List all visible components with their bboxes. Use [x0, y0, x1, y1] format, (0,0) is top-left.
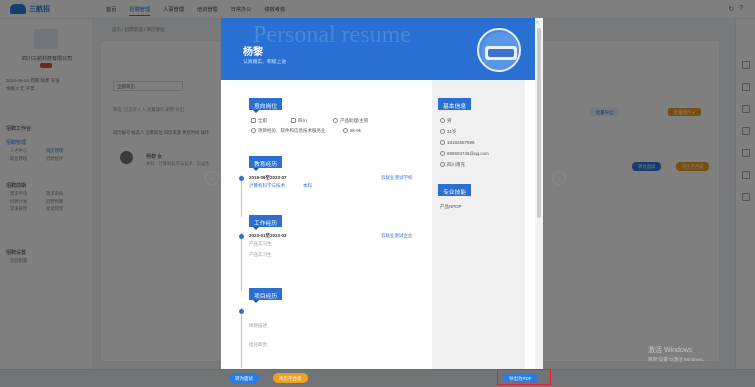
intent-city: 四川 — [291, 118, 307, 124]
resume-header: Personal resume 杨黎 认真踏实、积极上进 — [221, 18, 535, 80]
resume-bg-title: Personal resume — [253, 22, 411, 48]
education-major: 计算机科学与技术 — [249, 183, 285, 188]
project-section-title: 项目经历 — [249, 288, 283, 303]
resume-body: 意向岗位 全职 四川 产品助理/主管 项目经验、软件和信息技术服务业 8k-9k… — [231, 80, 525, 369]
intent-salary: 8k-9k — [343, 128, 361, 134]
education-period: 2019-09至2023-07 — [249, 175, 287, 180]
email-icon — [440, 151, 445, 157]
close-icon[interactable]: ✕ — [533, 20, 541, 28]
work-role: 产品实习生 — [249, 241, 272, 246]
intent-type: 全职 — [251, 118, 267, 124]
windows-activation-watermark: 激活 Windows 转到"设置"以激活 Windows。 — [648, 346, 707, 364]
phone-icon — [440, 140, 445, 146]
unfit-button[interactable]: 简历不合适 — [273, 373, 308, 383]
project-duty-label: 担任职责: — [249, 342, 269, 347]
prev-resume-arrow-icon[interactable]: ‹ — [205, 171, 219, 185]
work-section-title: 工作经历 — [249, 215, 283, 230]
resume-modal: Personal resume 杨黎 认真踏实、积极上进 意向岗位 全职 四川 … — [221, 18, 543, 369]
skill-item: 产品NPDP — [440, 204, 462, 209]
modal-scrollbar[interactable] — [535, 18, 543, 369]
intent-section-title: 意向岗位 — [249, 98, 283, 113]
work-period: 2023-01至2023-03 — [249, 233, 287, 238]
highlight-box — [497, 369, 551, 385]
user-icon — [333, 118, 338, 124]
interview-button[interactable]: 转为面试 — [229, 373, 259, 383]
education-dot — [239, 176, 244, 181]
work-dot — [239, 234, 244, 239]
salary-icon — [343, 128, 348, 134]
basic-email: 886504745@qq.com — [440, 151, 489, 157]
education-timeline — [241, 175, 242, 217]
education-degree: 本科 — [303, 183, 312, 188]
basic-gender: 男 — [440, 118, 452, 124]
resume-photo — [477, 28, 521, 72]
project-description-label: 项目描述: — [249, 323, 269, 328]
basic-phone: 18182657596 — [440, 140, 475, 146]
work-description: 产品实习生 — [249, 252, 272, 257]
next-resume-arrow-icon[interactable]: › — [552, 171, 566, 185]
intent-position: 产品助理/主管 — [333, 118, 368, 124]
resume-name: 杨黎 — [243, 47, 263, 58]
gender-icon — [440, 118, 445, 124]
briefcase-icon — [251, 118, 256, 124]
resume-main-column: 意向岗位 全职 四川 产品助理/主管 项目经验、软件和信息技术服务业 8k-9k… — [231, 80, 431, 369]
basic-location: 四川南充 — [440, 162, 465, 168]
location-icon — [440, 162, 445, 168]
project-dot — [239, 309, 244, 314]
basic-age: 31岁 — [440, 129, 457, 135]
modal-scroll-thumb[interactable] — [537, 28, 541, 218]
industry-icon — [251, 128, 256, 134]
project-timeline — [241, 308, 242, 368]
age-icon — [440, 129, 445, 135]
watermark-line2: 转到"设置"以激活 Windows。 — [648, 357, 707, 362]
education-section-title: 教育经历 — [249, 156, 283, 171]
intent-industry: 项目经验、软件和信息技术服务业 — [251, 128, 326, 134]
basic-info-title: 基本信息 — [438, 98, 472, 110]
work-company: 云就业测试企业 — [381, 233, 413, 238]
location-icon — [291, 118, 296, 124]
education-school: 云就业测试学校 — [381, 175, 413, 180]
photo-cartoon-icon — [481, 32, 519, 70]
resume-tagline: 认真踏实、积极上进 — [243, 60, 287, 65]
work-timeline — [241, 233, 242, 291]
skills-title: 专业技能 — [438, 184, 472, 196]
watermark-line1: 激活 Windows — [648, 347, 693, 354]
resume-side-column: 基本信息 男 31岁 18182657596 886504745@qq.com … — [432, 80, 525, 369]
